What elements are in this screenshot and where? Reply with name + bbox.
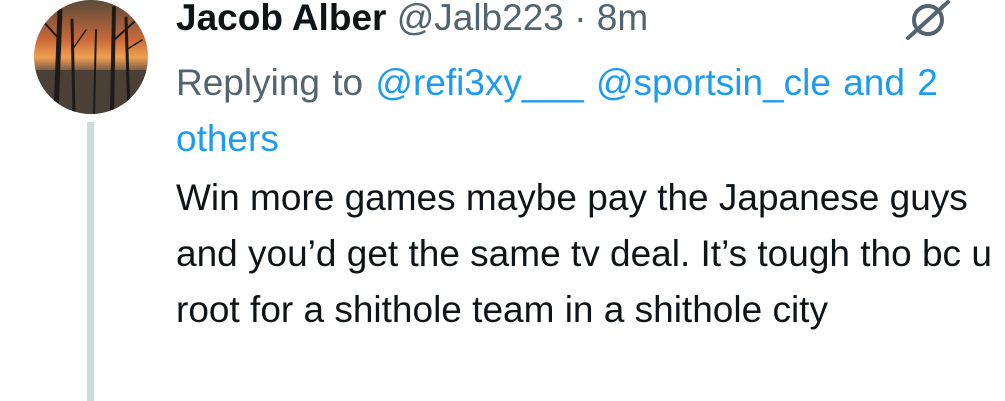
avatar[interactable] xyxy=(34,0,148,114)
replying-to: Replying to @refi3xy___ @sportsin_cle an… xyxy=(176,55,1005,167)
replying-prefix: Replying to xyxy=(176,62,364,103)
thread-line xyxy=(87,122,94,401)
header-separator: · xyxy=(574,0,587,38)
mention-link[interactable]: @refi3xy___ xyxy=(375,62,583,103)
tweet-text: Win more games maybe pay the Japanese gu… xyxy=(176,177,992,330)
author-handle[interactable]: @Jalb223 xyxy=(397,0,564,38)
avatar-image xyxy=(34,0,148,114)
grok-icon-glyph xyxy=(906,0,950,40)
grok-icon[interactable] xyxy=(904,0,952,40)
tweet-time[interactable]: 8m xyxy=(597,0,648,38)
tweet-header: Jacob Alber @Jalb223 · 8m xyxy=(176,0,648,42)
mention-link[interactable]: @sportsin_cle xyxy=(596,62,831,103)
author-name[interactable]: Jacob Alber xyxy=(176,0,386,38)
